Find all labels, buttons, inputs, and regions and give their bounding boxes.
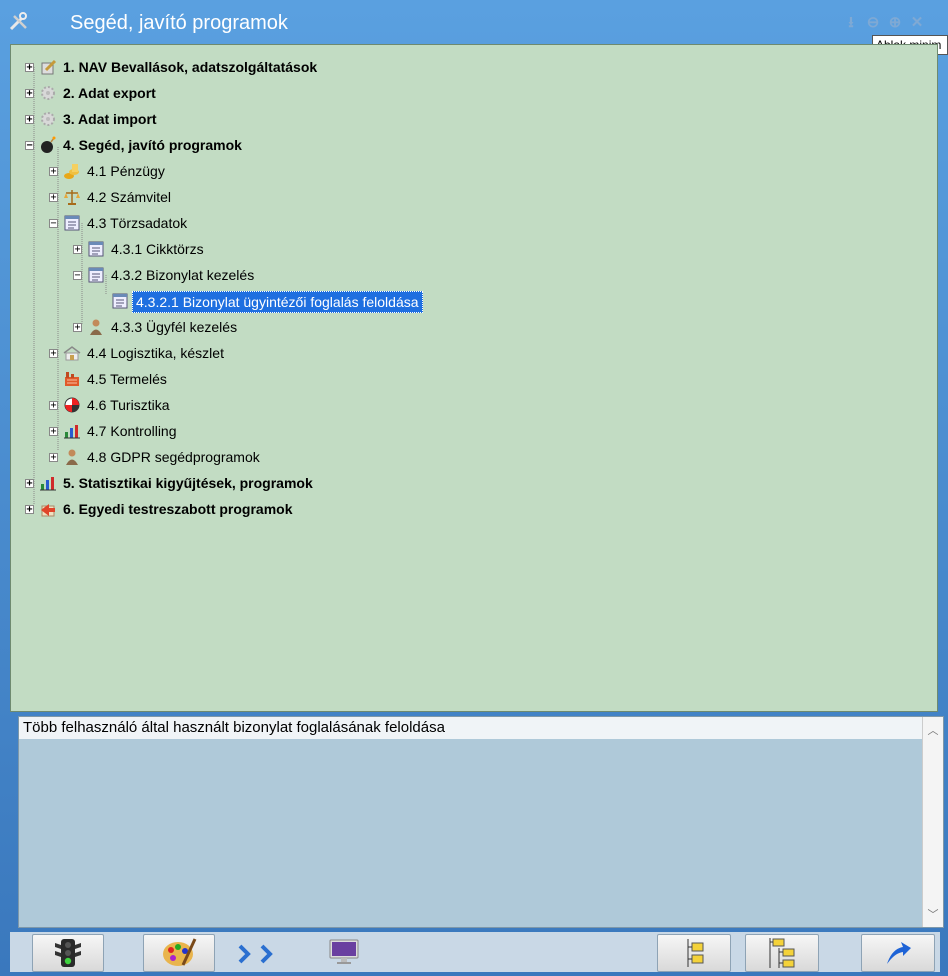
tree-node-label: 4. Segéd, javító programok bbox=[63, 137, 242, 153]
custom-arrow-icon bbox=[41, 504, 55, 517]
vertical-scrollbar[interactable]: ︿ ﹀ bbox=[922, 717, 943, 927]
bar-chart-icon bbox=[64, 425, 80, 439]
tree-node-label: 3. Adat import bbox=[63, 111, 157, 127]
expand-node-icon[interactable]: + bbox=[49, 401, 58, 411]
window-title: Segéd, javító programok bbox=[70, 12, 288, 34]
traffic-light-icon bbox=[55, 939, 81, 967]
close-button[interactable]: ✕ bbox=[908, 14, 926, 32]
monitor-icon[interactable] bbox=[328, 938, 360, 966]
gear-icon bbox=[41, 86, 55, 100]
maximize-button[interactable]: ⊕ bbox=[886, 14, 904, 32]
tree-node-label: 4.5 Termelés bbox=[87, 371, 167, 387]
form-icon bbox=[112, 293, 128, 309]
palette-icon bbox=[163, 938, 197, 966]
tree-node-label: 4.3.1 Cikktörzs bbox=[111, 241, 204, 257]
expand-node-icon[interactable]: + bbox=[49, 193, 58, 203]
tree-node-label: 4.7 Kontrolling bbox=[87, 423, 177, 439]
main-window: Segéd, javító programok ⭳ ⊖ ⊕ ✕ Ablak mi… bbox=[0, 0, 948, 976]
collapse-node-icon[interactable]: − bbox=[49, 219, 58, 229]
person-icon bbox=[66, 449, 78, 465]
factory-icon bbox=[65, 372, 79, 386]
expand-node-icon[interactable]: + bbox=[49, 167, 58, 177]
expand-tree-button[interactable] bbox=[745, 934, 819, 972]
title-bar[interactable]: Segéd, javító programok ⭳ ⊖ ⊕ ✕ Ablak mi… bbox=[0, 0, 948, 55]
gear-icon bbox=[41, 112, 55, 126]
collapse-node-icon[interactable]: − bbox=[25, 141, 34, 151]
documents-icon bbox=[41, 59, 57, 75]
tree-node-label: 4.6 Turisztika bbox=[87, 397, 170, 413]
tree-node-label: 4.3.2 Bizonylat kezelés bbox=[111, 267, 255, 283]
exit-arrow-icon bbox=[887, 942, 911, 964]
form-icon bbox=[88, 241, 104, 257]
description-panel: Több felhasználó által használt bizonyla… bbox=[18, 716, 944, 928]
expand-node-icon[interactable]: + bbox=[25, 505, 34, 515]
expand-node-icon[interactable]: + bbox=[49, 427, 58, 437]
scroll-down-icon[interactable]: ﹀ bbox=[923, 905, 943, 925]
tree-node-label: 4.3.3 Ügyfél kezelés bbox=[111, 319, 238, 335]
form-icon bbox=[88, 267, 104, 283]
scales-icon bbox=[64, 190, 80, 205]
tools-icon bbox=[9, 12, 27, 31]
palette-button[interactable] bbox=[143, 934, 215, 972]
download-icon[interactable]: ⭳ bbox=[842, 14, 860, 32]
expand-tree-icon bbox=[769, 938, 795, 968]
expand-node-icon[interactable]: + bbox=[25, 89, 34, 99]
tree-node-label: 6. Egyedi testreszabott programok bbox=[63, 501, 293, 517]
warehouse-icon bbox=[63, 346, 81, 361]
expand-node-icon[interactable]: + bbox=[25, 479, 34, 489]
tree-node-label: 4.3 Törzsadatok bbox=[87, 215, 188, 231]
tree-node-label: 1. NAV Bevallások, adatszolgáltatások bbox=[63, 59, 318, 75]
tree-node-label: 4.8 GDPR segédprogramok bbox=[87, 449, 260, 465]
form-icon bbox=[64, 215, 80, 231]
expand-node-icon[interactable]: + bbox=[49, 349, 58, 359]
collapse-tree-button[interactable] bbox=[657, 934, 731, 972]
person-icon bbox=[90, 319, 102, 335]
tree-node-label: 4.2 Számvitel bbox=[87, 189, 172, 205]
expand-node-icon[interactable]: + bbox=[25, 115, 34, 125]
tree-node-label: 2. Adat export bbox=[63, 85, 156, 101]
collapse-tree-icon bbox=[687, 939, 704, 967]
collapse-node-icon[interactable]: − bbox=[73, 271, 82, 281]
bar-chart-icon bbox=[40, 477, 56, 491]
tree-node-label: 4.3.2.1 Bizonylat ügyintézői foglalás fe… bbox=[132, 291, 423, 313]
exit-button[interactable] bbox=[861, 934, 935, 972]
description-text: Több felhasználó által használt bizonyla… bbox=[19, 717, 923, 739]
expand-node-icon[interactable]: + bbox=[25, 63, 34, 73]
forward-arrows-icon[interactable] bbox=[236, 942, 286, 966]
scroll-up-icon[interactable]: ︿ bbox=[923, 721, 943, 741]
expand-node-icon[interactable]: + bbox=[49, 453, 58, 463]
bomb-icon bbox=[41, 136, 56, 153]
coins-icon bbox=[64, 164, 79, 179]
expand-node-icon[interactable]: + bbox=[73, 323, 82, 333]
traffic-light-button[interactable] bbox=[32, 934, 104, 972]
minimize-button[interactable]: ⊖ bbox=[864, 14, 882, 32]
tree-node-label: 4.4 Logisztika, készlet bbox=[87, 345, 224, 361]
tree-node-label: 4.1 Pénzügy bbox=[87, 163, 165, 179]
beachball-icon bbox=[64, 397, 80, 413]
program-tree[interactable]: +1. NAV Bevallások, adatszolgáltatások +2… bbox=[10, 44, 938, 712]
expand-node-icon[interactable]: + bbox=[73, 245, 82, 255]
bottom-toolbar bbox=[10, 932, 940, 972]
tree-node-label: 5. Statisztikai kigyűjtések, programok bbox=[63, 475, 313, 491]
